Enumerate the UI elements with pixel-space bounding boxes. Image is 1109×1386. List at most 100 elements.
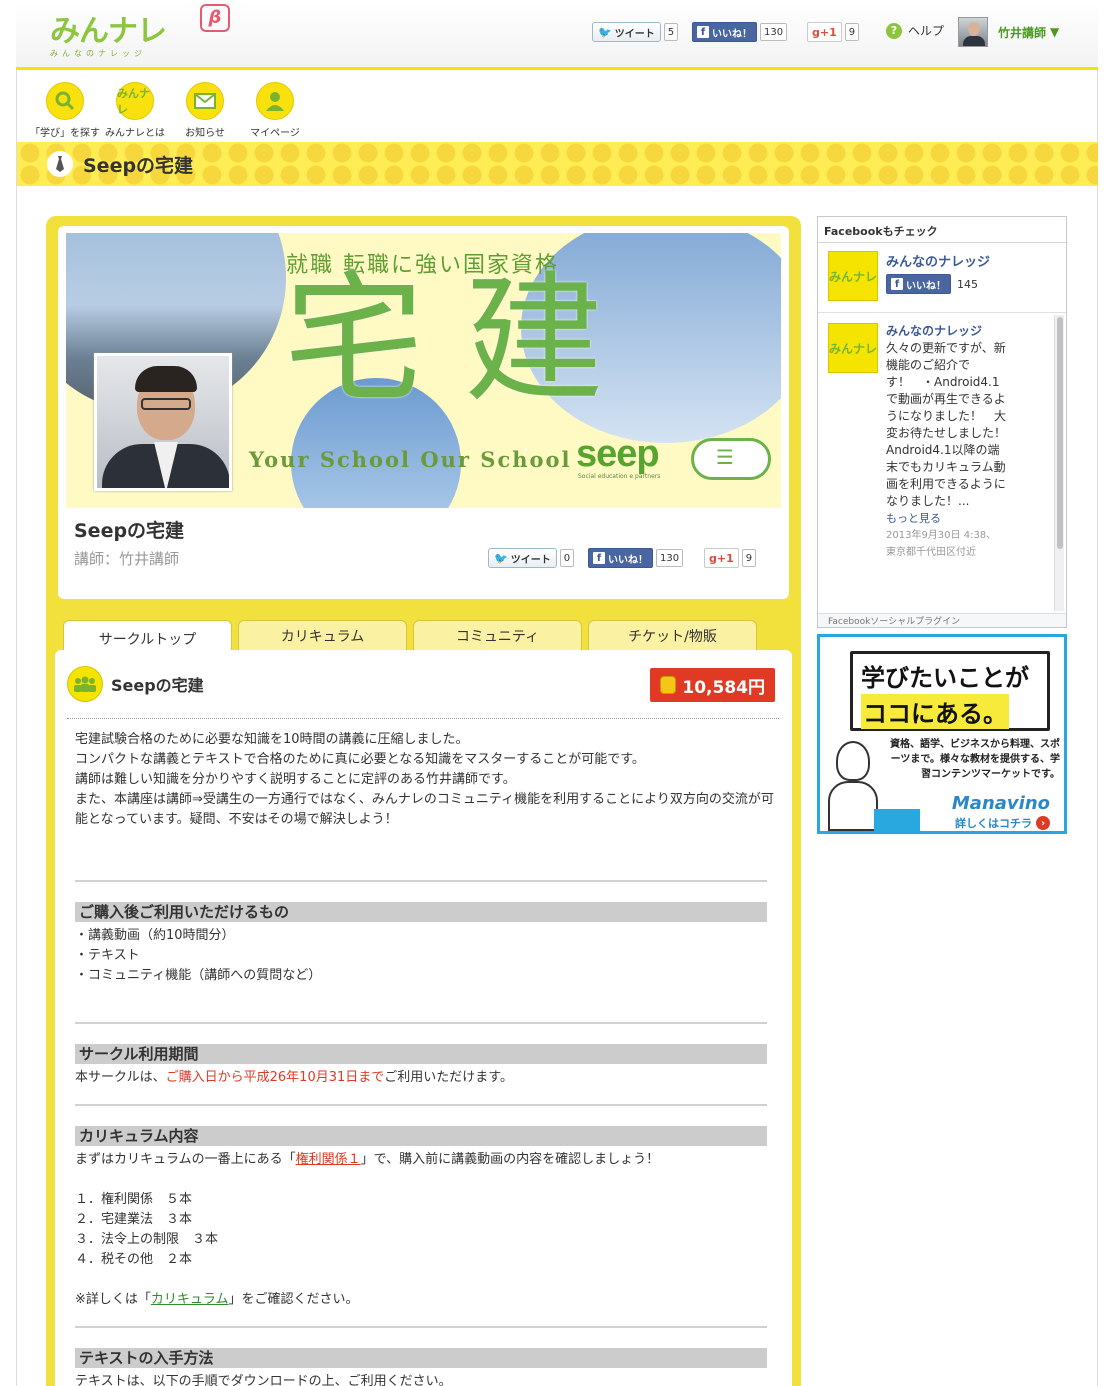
post-author[interactable]: みんなのナレッジ xyxy=(886,323,1006,340)
header-tweet[interactable]: 🐦 ツイート 5 xyxy=(592,22,679,42)
nav-label: お知らせ xyxy=(185,128,225,139)
ad-cta-label: 詳しくはコチラ xyxy=(955,817,1032,830)
cloud-icon xyxy=(691,438,771,480)
section-body: ・講義動画（約10時間分） ・テキスト ・コミュニティ機能（講師への質問など） xyxy=(75,926,775,986)
circle-content: Seepの宅建 10,584円 宅建試験合格のために必要な知識を10時間の講義に… xyxy=(55,650,792,1386)
tab-ticket[interactable]: チケット/物販 xyxy=(588,620,757,652)
text: ※詳しくは「 xyxy=(75,1292,151,1307)
site-logo[interactable]: みんナレ みんなのナレッジ xyxy=(50,6,167,59)
list-item: ４．税その他 ２本 xyxy=(75,1252,193,1267)
post-text: 久々の更新ですが、新機能のご紹介です！ ・Android4.1で動画が再生できる… xyxy=(886,341,1007,508)
gplus-button[interactable]: g+1 xyxy=(704,548,739,568)
like-count: 130 xyxy=(760,23,788,41)
main-panel: 就職 転職に強い国家資格 宅建 Your School Our School s… xyxy=(46,216,801,1386)
profile-gplus[interactable]: g+1 9 xyxy=(704,548,757,568)
list-item: ２．宅建業法 ３本 xyxy=(75,1212,193,1227)
user-menu[interactable]: 竹井講師 ▼ xyxy=(958,17,1059,47)
avatar xyxy=(958,17,988,47)
section-heading: テキストの入手方法 xyxy=(75,1348,767,1368)
nav-mypage[interactable]: マイページ xyxy=(240,82,310,139)
help-link[interactable]: ? ヘルプ xyxy=(886,22,944,39)
scrollbar[interactable] xyxy=(1054,315,1064,611)
facebook-like-button[interactable]: f いいね！ xyxy=(886,274,951,294)
tweet-button[interactable]: 🐦 ツイート xyxy=(592,22,661,42)
profile-tweet[interactable]: 🐦 ツイート 0 xyxy=(488,548,575,568)
section-heading: カリキュラム内容 xyxy=(75,1126,767,1146)
nav-label: 「学び」を探す xyxy=(30,128,100,139)
divider xyxy=(75,1104,767,1106)
list-item: ・コミュニティ機能（講師への質問など） xyxy=(75,968,322,983)
tweet-button[interactable]: 🐦 ツイート xyxy=(488,548,557,568)
question-icon: ? xyxy=(886,22,902,39)
group-icon xyxy=(67,666,103,702)
like-button[interactable]: f いいね！ xyxy=(588,548,653,568)
banner-brand: seep xyxy=(576,433,660,475)
tweet-count: 0 xyxy=(559,549,575,567)
user-name: 竹井講師 xyxy=(998,25,1047,40)
ad-brand: Manavino xyxy=(951,793,1050,814)
facebook-widget: Facebookもチェック みんナレ みんなのナレッジ f いいね！ 145 みん… xyxy=(817,216,1067,628)
divider xyxy=(818,312,1066,313)
banner-school-text: Your School Our School xyxy=(249,447,572,472)
manavino-ad[interactable]: 学びたいことが ココにある。 資格、語学、ビジネスから料理、スポーツまで。様々な… xyxy=(817,634,1067,834)
ad-illustration xyxy=(828,741,878,831)
text: 本サークルは、 xyxy=(75,1070,166,1085)
text: まずはカリキュラムの一番上にある「 xyxy=(75,1152,296,1167)
facebook-icon: f xyxy=(891,278,903,290)
facebook-icon: f xyxy=(697,26,709,38)
gplus-button[interactable]: g+1 xyxy=(807,22,842,42)
like-label: いいね！ xyxy=(712,28,752,40)
ad-cta[interactable]: 詳しくはコチラ › xyxy=(955,815,1050,831)
see-more-link[interactable]: もっと見る xyxy=(886,510,1006,527)
list-item: ・講義動画（約10時間分） xyxy=(75,928,235,943)
circle-description: 宅建試験合格のために必要な知識を10時間の講義に圧縮しました。 コンパクトな講義… xyxy=(75,730,775,830)
like-count: 130 xyxy=(656,549,684,567)
circle-name: Seepの宅建 xyxy=(74,520,185,542)
post-date: 2013年9月30日 4:38、東京都千代田区付近 xyxy=(886,530,997,558)
mail-icon xyxy=(186,82,224,120)
ad-headline-1: 学びたいことが xyxy=(861,658,1029,693)
tab-curriculum[interactable]: カリキュラム xyxy=(238,620,407,652)
description-line: 宅建試験合格のために必要な知識を10時間の講義に圧縮しました。 xyxy=(75,732,469,747)
facebook-page-name[interactable]: みんなのナレッジ xyxy=(886,251,990,270)
tab-community[interactable]: コミュニティ xyxy=(413,620,582,652)
section-heading: サークル利用期間 xyxy=(75,1044,767,1064)
header-like[interactable]: f いいね！ 130 xyxy=(692,22,788,42)
nav-label: みんナレとは xyxy=(105,128,165,139)
main-nav: 「学び」を探す みんナレ みんナレとは お知らせ マイページ xyxy=(30,82,310,139)
curriculum-link[interactable]: カリキュラム xyxy=(151,1292,229,1307)
tweet-label: ツイート xyxy=(510,554,551,566)
content-title: Seepの宅建 xyxy=(111,676,204,695)
description-line: また、本講座は講師⇒受講生の一方通行ではなく、みんナレのコミュニティ機能を利用す… xyxy=(75,792,774,827)
header-gplus[interactable]: g+1 9 xyxy=(807,22,860,42)
list-item: １．権利関係 ５本 xyxy=(75,1192,193,1207)
nav-news[interactable]: お知らせ xyxy=(170,82,240,139)
page-logo[interactable]: みんナレ xyxy=(828,323,878,373)
description-line: コンパクトな講義とテキストで合格のために真に必要となる知識をマスターすることが可… xyxy=(75,752,645,767)
nav-about[interactable]: みんナレ みんナレとは xyxy=(100,82,170,139)
like-count: 145 xyxy=(957,277,978,291)
text: 」で、購入前に講義動画の内容を確認しましょう！ xyxy=(360,1152,660,1167)
profile-like[interactable]: f いいね！ 130 xyxy=(588,548,684,568)
nav-search[interactable]: 「学び」を探す xyxy=(30,82,100,139)
period-highlight: ご購入日から平成26年10月31日まで xyxy=(165,1070,385,1085)
beta-badge: β xyxy=(200,4,230,32)
section-heading: ご購入後ご利用いただけるもの xyxy=(75,902,767,922)
like-button[interactable]: f いいね！ xyxy=(692,22,757,42)
price-label: 10,584円 xyxy=(682,677,765,698)
price-button[interactable]: 10,584円 xyxy=(650,668,775,702)
profile-card: 就職 転職に強い国家資格 宅建 Your School Our School s… xyxy=(58,226,789,599)
twitter-bird-icon: 🐦 xyxy=(494,551,508,565)
page-logo[interactable]: みんナレ xyxy=(828,251,878,301)
gplus-count: 9 xyxy=(741,549,757,567)
help-label: ヘルプ xyxy=(908,24,945,38)
text: 」をご確認ください。 xyxy=(228,1292,359,1307)
ad-headline-2: ココにある。 xyxy=(861,694,1009,729)
caret-down-icon: ▼ xyxy=(1050,25,1060,39)
page-title-bar: Seepの宅建 xyxy=(17,142,1098,186)
description-line: 講師は難しい知識を分かりやすく説明することに定評のある竹井講師です。 xyxy=(75,772,516,787)
list-item: ・テキスト xyxy=(75,948,140,963)
banner-big-text: 宅建 xyxy=(284,259,645,422)
lesson-link[interactable]: 権利関係１ xyxy=(296,1152,361,1167)
facebook-footer[interactable]: Facebookソーシャルプラグイン xyxy=(818,613,1066,627)
